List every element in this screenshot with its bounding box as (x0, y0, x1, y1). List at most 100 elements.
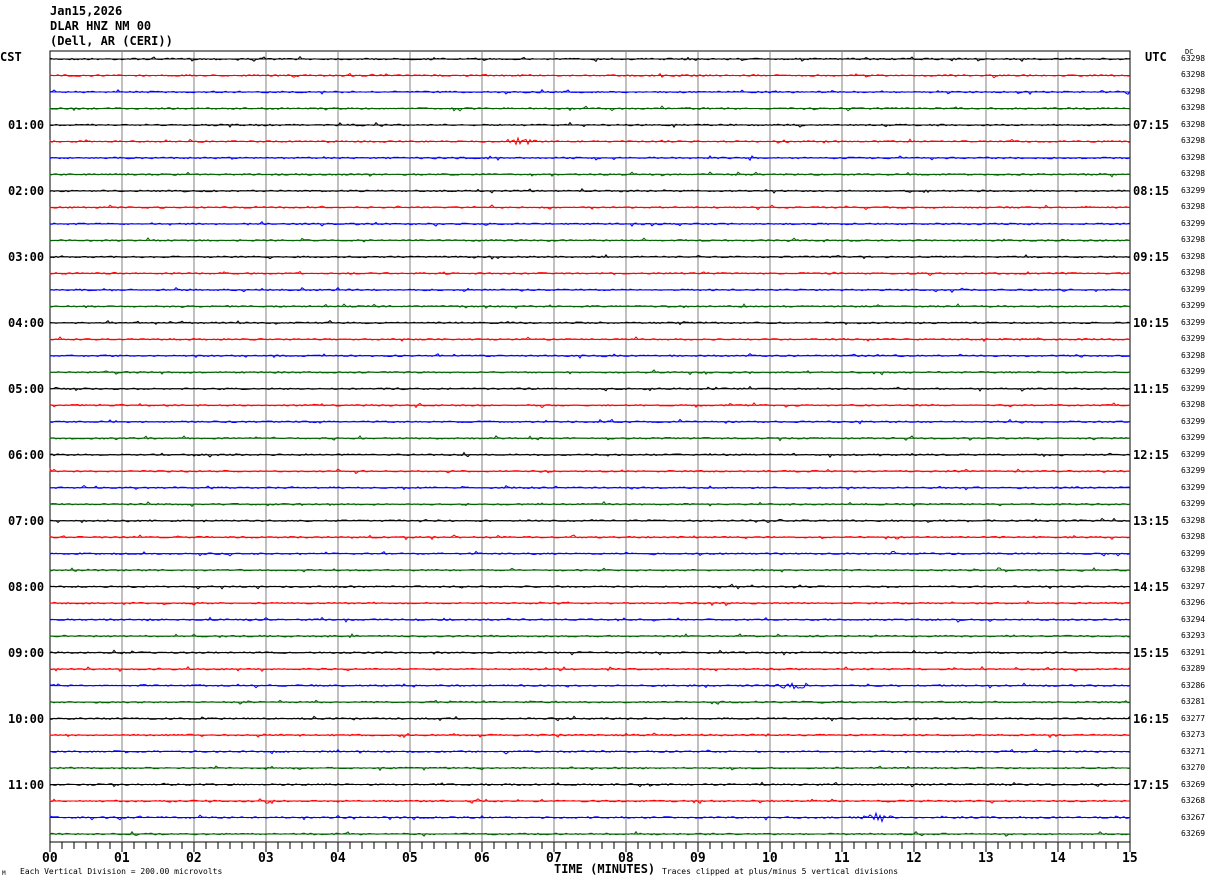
cst-hour-label: 02:00 (8, 183, 45, 198)
dc-offset-value: 63269 (1181, 829, 1206, 838)
dc-offset-value: 63296 (1181, 598, 1206, 608)
dc-offset-value: 63298 (1181, 152, 1206, 162)
dc-offset-value: 63298 (1181, 235, 1206, 245)
x-tick-label: 10 (762, 851, 778, 866)
dc-offset-value: 63299 (1181, 367, 1206, 377)
utc-hour-label: 10:15 (1133, 315, 1170, 330)
dc-offset-value: 63299 (1181, 499, 1206, 509)
dc-offset-value: 63298 (1181, 565, 1206, 575)
x-tick-label: 11 (834, 851, 850, 866)
dc-offset-value: 63281 (1181, 697, 1206, 707)
seismic-trace (49, 798, 1131, 805)
cst-hour-label: 11:00 (8, 777, 45, 792)
dc-offset-value: 63298 (1181, 86, 1206, 96)
x-tick-label: 09 (690, 851, 706, 866)
dc-offset-value: 63299 (1181, 449, 1206, 459)
corner-mark: M (2, 870, 6, 877)
x-tick-label: 12 (906, 851, 922, 866)
x-axis-label: TIME (MINUTES) (554, 862, 656, 876)
dc-offset-value: 63299 (1181, 284, 1206, 294)
dc-offset-value: 63299 (1181, 548, 1206, 558)
seismic-trace (49, 665, 1131, 673)
dc-offset-value: 63298 (1181, 54, 1206, 63)
dc-offset-value: 63299 (1181, 416, 1206, 426)
scale-note: Each Vertical Division = 200.00 microvol… (20, 867, 223, 876)
seismic-trace (49, 435, 1131, 442)
dc-offset-value: 63298 (1181, 103, 1206, 113)
dc-offset-value: 63269 (1181, 779, 1206, 789)
seismic-trace (49, 418, 1131, 425)
dc-offset-value: 63299 (1181, 466, 1206, 476)
dc-offset-value: 63298 (1181, 70, 1206, 80)
seismic-trace (49, 136, 1131, 146)
cst-hour-label: 08:00 (8, 579, 45, 594)
seismic-trace (49, 385, 1131, 392)
utc-hour-label: 15:15 (1133, 645, 1170, 660)
cst-hour-label: 03:00 (8, 249, 45, 264)
clip-note: Traces clipped at plus/minus 5 vertical … (662, 867, 899, 876)
dc-offset-value: 63298 (1181, 202, 1206, 212)
dc-offset-value: 63298 (1181, 515, 1206, 525)
x-tick-label: 06 (474, 851, 490, 866)
seismic-trace (49, 402, 1131, 409)
dc-offset-value: 63298 (1181, 136, 1206, 146)
dc-offset-value: 63299 (1181, 433, 1206, 443)
dc-offset-value: 63293 (1181, 631, 1206, 641)
dc-offset-value: 63270 (1181, 763, 1206, 773)
utc-hour-label: 11:15 (1133, 381, 1170, 396)
cst-hour-label: 09:00 (8, 645, 45, 660)
x-tick-label: 14 (1050, 851, 1066, 866)
utc-hour-label: 17:15 (1133, 777, 1170, 792)
x-tick-label: 01 (114, 851, 130, 866)
cst-hour-label: 06:00 (8, 447, 45, 462)
dc-offset-value: 63273 (1181, 730, 1206, 740)
x-tick-label: 13 (978, 851, 994, 866)
seismic-trace (49, 732, 1131, 739)
dc-offset-value: 63298 (1181, 268, 1206, 278)
dc-offset-value: 63298 (1181, 400, 1206, 410)
cst-hour-label: 05:00 (8, 381, 45, 396)
dc-offset-value: 63299 (1181, 482, 1206, 492)
dc-offset-value: 63298 (1181, 119, 1206, 129)
dc-offset-value: 63297 (1181, 581, 1206, 591)
dc-offset-value: 63298 (1181, 350, 1206, 360)
cst-hour-label: 04:00 (8, 315, 45, 330)
utc-hour-label: 13:15 (1133, 513, 1170, 528)
dc-offset-value: 63299 (1181, 218, 1206, 228)
dc-offset-value: 63291 (1181, 647, 1206, 657)
dc-offset-value: 63268 (1181, 796, 1206, 806)
cst-hour-label: 10:00 (8, 711, 45, 726)
x-tick-label: 03 (258, 851, 274, 866)
dc-offset-value: 63271 (1181, 746, 1206, 756)
dc-offset-value: 63298 (1181, 169, 1206, 179)
utc-hour-label: 07:15 (1133, 117, 1170, 132)
dc-offset-value: 63298 (1181, 251, 1206, 261)
dc-offset-value: 63299 (1181, 383, 1206, 393)
utc-hour-label: 14:15 (1133, 579, 1170, 594)
seismic-trace (49, 369, 1131, 376)
dc-offset-value: 63277 (1181, 713, 1206, 723)
utc-hour-label: 08:15 (1133, 183, 1170, 198)
x-tick-label: 02 (186, 851, 202, 866)
utc-hour-label: 09:15 (1133, 249, 1170, 264)
dc-offset-value: 63286 (1181, 680, 1206, 690)
seismogram-plot (49, 50, 1131, 852)
x-tick-label: 15 (1122, 851, 1138, 866)
dc-offset-value: 63299 (1181, 185, 1206, 195)
dc-offset-value: 63294 (1181, 614, 1206, 624)
dc-offset-value: 63289 (1181, 664, 1206, 674)
seismic-trace (49, 550, 1131, 557)
dc-offset-value: 63299 (1181, 317, 1206, 327)
x-tick-label: 05 (402, 851, 418, 866)
seismic-trace (49, 270, 1131, 277)
plot-frame (49, 50, 1131, 843)
cst-hour-label: 07:00 (8, 513, 45, 528)
utc-hour-label: 16:15 (1133, 711, 1170, 726)
x-tick-label: 00 (42, 851, 58, 866)
dc-offset-value: 63299 (1181, 301, 1206, 311)
dc-offset-value: 63299 (1181, 334, 1206, 344)
dc-offset-value: 63298 (1181, 532, 1206, 542)
utc-hour-label: 12:15 (1133, 447, 1170, 462)
dc-offset-value: 63267 (1181, 812, 1206, 822)
seismic-trace (49, 501, 1131, 508)
